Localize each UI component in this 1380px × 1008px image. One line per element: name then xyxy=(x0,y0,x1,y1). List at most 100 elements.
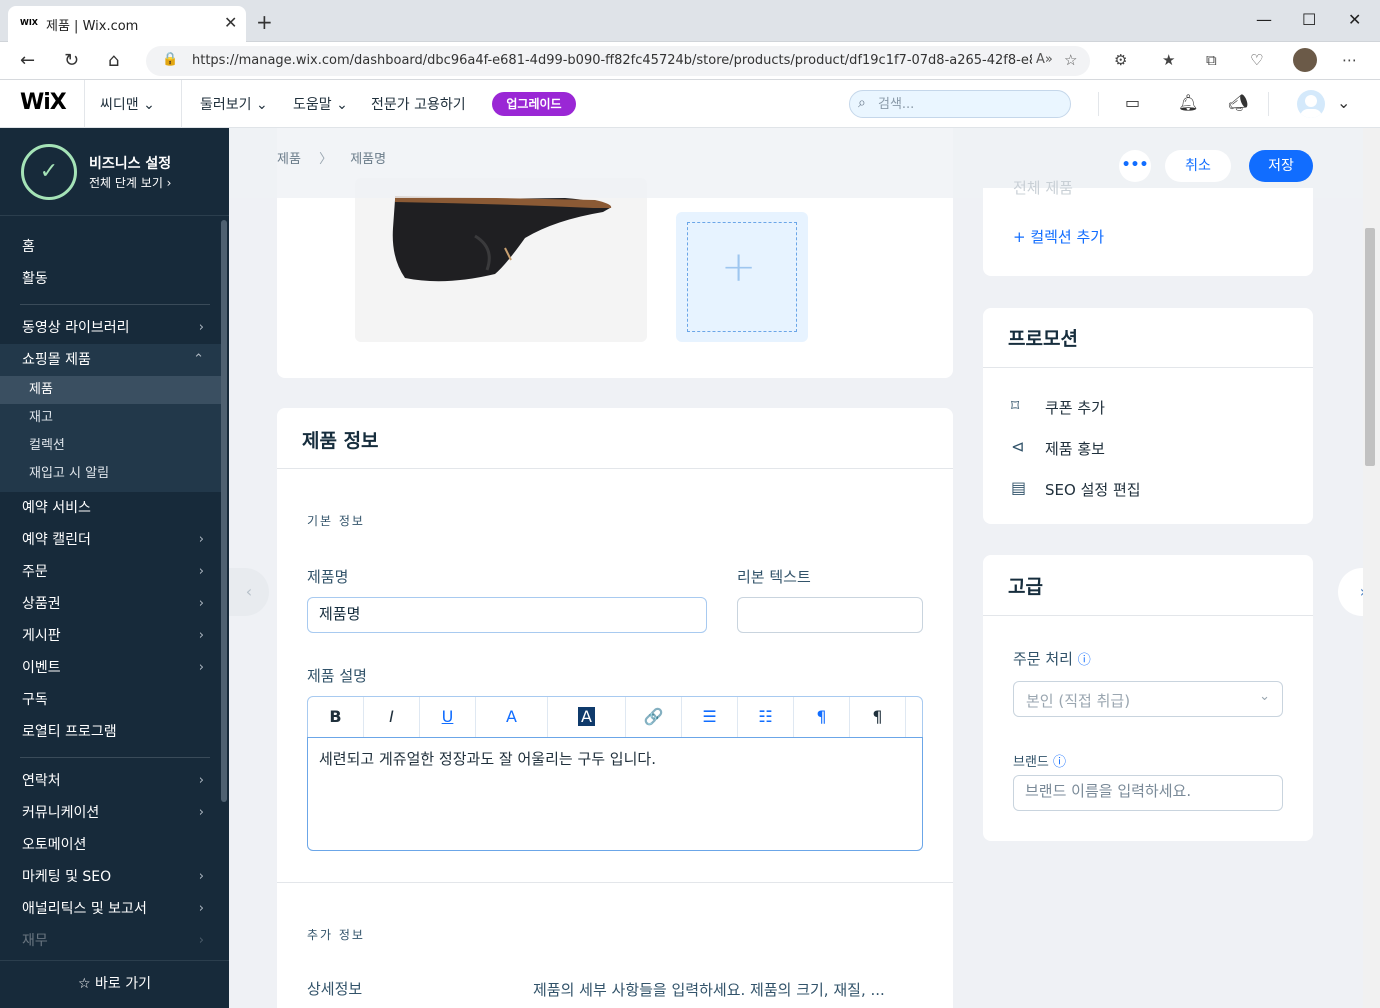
sidebar-item-store-products[interactable]: 쇼핑몰 제품 ⌃ xyxy=(0,344,222,376)
more-actions-button[interactable]: ••• xyxy=(1119,150,1151,182)
menu-hire-expert[interactable]: 전문가 고용하기 xyxy=(371,94,466,114)
search-box[interactable]: ⌕ xyxy=(849,90,1071,118)
text-color-button[interactable]: A xyxy=(476,697,548,737)
user-avatar[interactable] xyxy=(1297,90,1325,118)
announcements-icon[interactable]: 📣︎ xyxy=(1228,93,1248,112)
italic-button[interactable]: I xyxy=(364,697,420,737)
underline-button[interactable]: U xyxy=(420,697,476,737)
next-product-arrow-icon[interactable]: › xyxy=(1338,568,1363,616)
cancel-button[interactable]: 취소 xyxy=(1165,150,1231,182)
sidebar-item-contacts[interactable]: 연락처 › xyxy=(0,765,222,797)
edit-seo-link[interactable]: SEO 설정 편집 xyxy=(1045,479,1141,500)
previous-product-arrow-icon[interactable]: ‹ xyxy=(229,568,269,616)
profile-avatar[interactable] xyxy=(1293,48,1317,72)
browser-tab[interactable]: WIX 제품 | Wix.com ✕ xyxy=(8,6,246,42)
product-image[interactable] xyxy=(355,178,647,342)
description-text: 세련되고 게쥬얼한 정장과도 잘 어울리는 구두 입니다. xyxy=(319,750,656,768)
collections-icon[interactable]: ⧉ xyxy=(1206,51,1217,69)
read-aloud-icon[interactable]: A» xyxy=(1036,52,1053,67)
text-direction-rtl-icon[interactable]: ¶ xyxy=(850,697,906,737)
brand-input[interactable] xyxy=(1025,782,1267,800)
business-setup[interactable]: ✓ 비즈니스 설정 전체 단계 보기 › xyxy=(0,128,229,216)
promotion-card: 프로모션 ⌑ 쿠폰 추가 ⊲ 제품 홍보 ▤ SEO 설정 편집 xyxy=(983,308,1313,524)
numbered-list-icon[interactable]: ☷ xyxy=(738,697,794,737)
ribbon-text-input[interactable] xyxy=(749,604,915,622)
back-icon[interactable]: ← xyxy=(20,50,35,71)
ribbon-text-field[interactable] xyxy=(737,597,923,633)
sidebar-scrollbar[interactable] xyxy=(221,220,227,802)
upgrade-button[interactable]: 업그레이드 xyxy=(492,92,576,116)
search-icon: ⌕ xyxy=(858,95,866,111)
add-collection-link[interactable]: + 컬렉션 추가 xyxy=(1013,226,1104,247)
sidebar-item-video-library[interactable]: 동영상 라이브러리 › xyxy=(0,312,222,344)
chevron-right-icon: › xyxy=(198,532,204,547)
favorites-icon[interactable]: ★ xyxy=(1162,51,1175,69)
sidebar-item-analytics[interactable]: 애널리틱스 및 보고서 › xyxy=(0,893,222,925)
product-name-field[interactable] xyxy=(307,597,707,633)
sidebar-sub-collections[interactable]: 컬렉션 xyxy=(0,432,222,460)
sidebar-item-home[interactable]: 홈 xyxy=(0,231,222,263)
sidebar-item-orders[interactable]: 주문 › xyxy=(0,556,222,588)
sidebar-item-gift-cards[interactable]: 상품권 › xyxy=(0,588,222,620)
address-bar[interactable]: 🔒 https://manage.wix.com/dashboard/dbc96… xyxy=(146,46,1090,76)
bulleted-list-icon[interactable]: ☰ xyxy=(682,697,738,737)
home-icon[interactable]: ⌂ xyxy=(108,50,119,71)
product-name-input[interactable] xyxy=(319,604,678,622)
page-scrollbar-thumb[interactable] xyxy=(1365,228,1375,466)
brand-field[interactable] xyxy=(1013,775,1283,811)
sidebar-item-automations[interactable]: 오토메이션 xyxy=(0,829,222,861)
chevron-down-icon: ⌄ xyxy=(255,97,268,113)
sidebar-item-events[interactable]: 이벤트 › xyxy=(0,652,222,684)
sidebar-item-booking-services[interactable]: 예약 서비스 xyxy=(0,492,222,524)
megaphone-icon: ⊲ xyxy=(1011,437,1025,456)
add-image-button[interactable]: + xyxy=(676,212,808,342)
promotion-title: 프로모션 xyxy=(1008,328,1078,350)
sidebar-item-marketing-seo[interactable]: 마케팅 및 SEO › xyxy=(0,861,222,893)
more-options-icon[interactable]: ⋯ xyxy=(1342,51,1357,69)
maximize-button[interactable]: ☐ xyxy=(1302,10,1316,29)
notifications-bell-icon[interactable]: 🔔︎ xyxy=(1178,93,1198,112)
sidebar-sub-restock-alerts[interactable]: 재입고 시 알림 xyxy=(0,460,222,488)
site-selector[interactable]: 씨디맨 ⌄ xyxy=(100,94,155,114)
quick-access-button[interactable]: ☆ 바로 가기 xyxy=(0,960,229,1008)
messages-icon[interactable]: ▭ xyxy=(1125,93,1140,112)
chevron-down-icon[interactable]: ⌄ xyxy=(1337,93,1350,112)
add-coupon-link[interactable]: 쿠폰 추가 xyxy=(1045,397,1105,418)
promote-product-link[interactable]: 제품 홍보 xyxy=(1045,438,1105,459)
extensions-icon[interactable]: ⚙ xyxy=(1114,51,1127,69)
link-icon[interactable]: 🔗 xyxy=(626,697,682,737)
new-tab-button[interactable]: + xyxy=(256,10,273,34)
text-direction-ltr-icon[interactable]: ¶ xyxy=(794,697,850,737)
view-all-steps-link[interactable]: 전체 단계 보기 › xyxy=(89,174,171,191)
menu-browse[interactable]: 둘러보기 ⌄ xyxy=(200,94,268,114)
bold-button[interactable]: B xyxy=(308,697,364,737)
menu-help[interactable]: 도움말 ⌄ xyxy=(293,94,348,114)
description-editor[interactable]: 세련되고 게쥬얼한 정장과도 잘 어울리는 구두 입니다. xyxy=(307,737,923,851)
advanced-card: 고급 주문 처리 ⓘ 본인 (직접 취급) ⌄ 브랜드 ⓘ xyxy=(983,555,1313,841)
minimize-button[interactable]: — xyxy=(1256,10,1272,29)
sidebar-item-forum[interactable]: 게시판 › xyxy=(0,620,222,652)
sidebar-item-activity[interactable]: 활동 xyxy=(0,263,222,295)
sidebar-sub-products[interactable]: 제품 xyxy=(0,376,222,404)
close-window-button[interactable]: ✕ xyxy=(1348,10,1361,29)
sidebar-item-subscriptions[interactable]: 구독 xyxy=(0,684,222,716)
search-input[interactable] xyxy=(878,94,1058,114)
chevron-right-icon: › xyxy=(198,773,204,788)
sidebar-item-booking-calendar[interactable]: 예약 캘린더 › xyxy=(0,524,222,556)
refresh-icon[interactable]: ↻ xyxy=(64,50,79,71)
wix-favicon-icon: WIX xyxy=(20,18,38,27)
fulfillment-dropdown[interactable]: 본인 (직접 취급) ⌄ xyxy=(1013,681,1283,717)
sidebar-item-loyalty[interactable]: 로열티 프로그램 xyxy=(0,716,222,748)
chevron-right-icon: › xyxy=(198,320,204,335)
browser-essentials-icon[interactable]: ♡ xyxy=(1250,51,1263,69)
favorite-star-icon[interactable]: ☆ xyxy=(1064,51,1077,69)
save-button[interactable]: 저장 xyxy=(1249,150,1313,182)
wix-logo[interactable]: WiX xyxy=(20,90,67,115)
close-tab-icon[interactable]: ✕ xyxy=(224,13,237,32)
breadcrumb-products[interactable]: 제품 xyxy=(277,152,301,167)
sidebar-item-communications[interactable]: 커뮤니케이션 › xyxy=(0,797,222,829)
sidebar-sub-inventory[interactable]: 재고 xyxy=(0,404,222,432)
details-placeholder[interactable]: 제품의 세부 사항들을 입력하세요. 제품의 크기, 재질, ... xyxy=(533,979,925,1000)
sidebar-item-finance[interactable]: 재무 › xyxy=(0,925,222,957)
highlight-color-button[interactable]: A xyxy=(548,697,626,737)
